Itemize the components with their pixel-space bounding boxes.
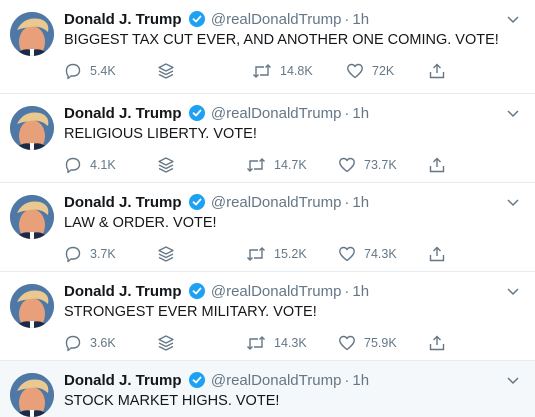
reply-button[interactable]: 3.7K (64, 244, 116, 264)
share-button[interactable] (428, 244, 446, 264)
stack-icon (156, 61, 176, 81)
reply-count: 3.6K (90, 336, 116, 350)
retweet-button[interactable]: 14.3K (246, 333, 307, 353)
chevron-down-icon[interactable] (505, 284, 521, 300)
tweet-time[interactable]: 1h (352, 283, 369, 300)
retweet-count: 14.3K (274, 336, 307, 350)
tweet-time[interactable]: 1h (352, 11, 369, 28)
tweet-time[interactable]: 1h (352, 194, 369, 211)
share-button[interactable] (428, 155, 446, 175)
like-icon (338, 334, 356, 352)
stack-button[interactable] (156, 155, 176, 175)
author-handle[interactable]: @realDonaldTrump (211, 194, 342, 211)
chevron-down-icon[interactable] (505, 373, 521, 389)
stack-icon (156, 333, 176, 353)
share-icon (428, 334, 446, 352)
like-icon (338, 156, 356, 174)
like-button[interactable]: 72K (346, 61, 394, 81)
reply-count: 5.4K (90, 64, 116, 78)
avatar[interactable] (10, 12, 54, 56)
reply-icon (64, 245, 82, 263)
share-button[interactable] (428, 333, 446, 353)
reply-icon (64, 62, 82, 80)
tweet[interactable]: Donald J. Trump @realDonaldTrump · 1h STRO… (0, 272, 535, 361)
stack-button[interactable] (156, 61, 176, 81)
avatar[interactable] (10, 106, 54, 150)
author-handle[interactable]: @realDonaldTrump (211, 283, 342, 300)
chevron-down-icon[interactable] (505, 106, 521, 122)
retweet-button[interactable]: 14.8K (252, 61, 313, 81)
reply-button[interactable]: 3.6K (64, 333, 116, 353)
reply-count: 4.1K (90, 158, 116, 172)
like-button[interactable]: 73.7K (338, 155, 397, 175)
like-icon (338, 245, 356, 263)
tweet-text: STRONGEST EVER MILITARY. VOTE! (64, 304, 317, 320)
retweet-count: 15.2K (274, 247, 307, 261)
stack-icon (156, 155, 176, 175)
chevron-down-icon[interactable] (505, 12, 521, 28)
reply-button[interactable]: 5.4K (64, 61, 116, 81)
separator-dot: · (344, 194, 350, 211)
retweet-button[interactable]: 14.7K (246, 155, 307, 175)
retweet-icon (246, 245, 266, 263)
tweet-text: RELIGIOUS LIBERTY. VOTE! (64, 126, 257, 142)
separator-dot: · (344, 105, 350, 122)
reply-icon (64, 156, 82, 174)
reply-button[interactable]: 4.1K (64, 155, 116, 175)
retweet-count: 14.8K (280, 64, 313, 78)
tweet-text: LAW & ORDER. VOTE! (64, 215, 217, 231)
avatar[interactable] (10, 284, 54, 328)
tweet[interactable]: Donald J. Trump @realDonaldTrump · 1h STOC… (0, 361, 535, 417)
like-count: 72K (372, 64, 395, 78)
retweet-icon (246, 334, 266, 352)
stack-icon (156, 244, 176, 264)
tweet[interactable]: Donald J. Trump @realDonaldTrump · 1h LAW … (0, 183, 535, 272)
avatar[interactable] (10, 373, 54, 417)
like-count: 75.9K (364, 336, 397, 350)
author-handle[interactable]: @realDonaldTrump (211, 372, 342, 389)
tweet-text: STOCK MARKET HIGHS. VOTE! (64, 393, 280, 409)
reply-icon (64, 334, 82, 352)
retweet-icon (252, 62, 272, 80)
separator-dot: · (344, 11, 350, 28)
tweet-actions: 5.4K 14.8K 72K (64, 61, 464, 81)
author-name[interactable]: Donald J. Trump (64, 194, 182, 211)
tweet-actions: 3.7K 15.2K 74.3K (64, 244, 464, 264)
author-name[interactable]: Donald J. Trump (64, 372, 182, 389)
tweet-actions: 4.1K 14.7K 73.7K (64, 155, 464, 175)
like-button[interactable]: 75.9K (338, 333, 397, 353)
reply-count: 3.7K (90, 247, 116, 261)
tweet-actions: 3.6K 14.3K 75.9K (64, 333, 464, 353)
share-icon (428, 245, 446, 263)
like-icon (346, 62, 364, 80)
author-name[interactable]: Donald J. Trump (64, 283, 182, 300)
separator-dot: · (344, 372, 350, 389)
author-name[interactable]: Donald J. Trump (64, 105, 182, 122)
share-icon (428, 62, 446, 80)
retweet-count: 14.7K (274, 158, 307, 172)
chevron-down-icon[interactable] (505, 195, 521, 211)
like-count: 74.3K (364, 247, 397, 261)
like-button[interactable]: 74.3K (338, 244, 397, 264)
separator-dot: · (344, 283, 350, 300)
tweet[interactable]: Donald J. Trump @realDonaldTrump · 1h BIGG… (0, 0, 535, 94)
tweet-time[interactable]: 1h (352, 372, 369, 389)
author-handle[interactable]: @realDonaldTrump (211, 105, 342, 122)
stack-button[interactable] (156, 333, 176, 353)
author-name[interactable]: Donald J. Trump (64, 11, 182, 28)
share-icon (428, 156, 446, 174)
author-handle[interactable]: @realDonaldTrump (211, 11, 342, 28)
tweet-text: BIGGEST TAX CUT EVER, AND ANOTHER ONE CO… (64, 32, 499, 48)
tweet-time[interactable]: 1h (352, 105, 369, 122)
retweet-icon (246, 156, 266, 174)
stack-button[interactable] (156, 244, 176, 264)
avatar[interactable] (10, 195, 54, 239)
share-button[interactable] (428, 61, 446, 81)
retweet-button[interactable]: 15.2K (246, 244, 307, 264)
tweet[interactable]: Donald J. Trump @realDonaldTrump · 1h RELI… (0, 94, 535, 183)
like-count: 73.7K (364, 158, 397, 172)
